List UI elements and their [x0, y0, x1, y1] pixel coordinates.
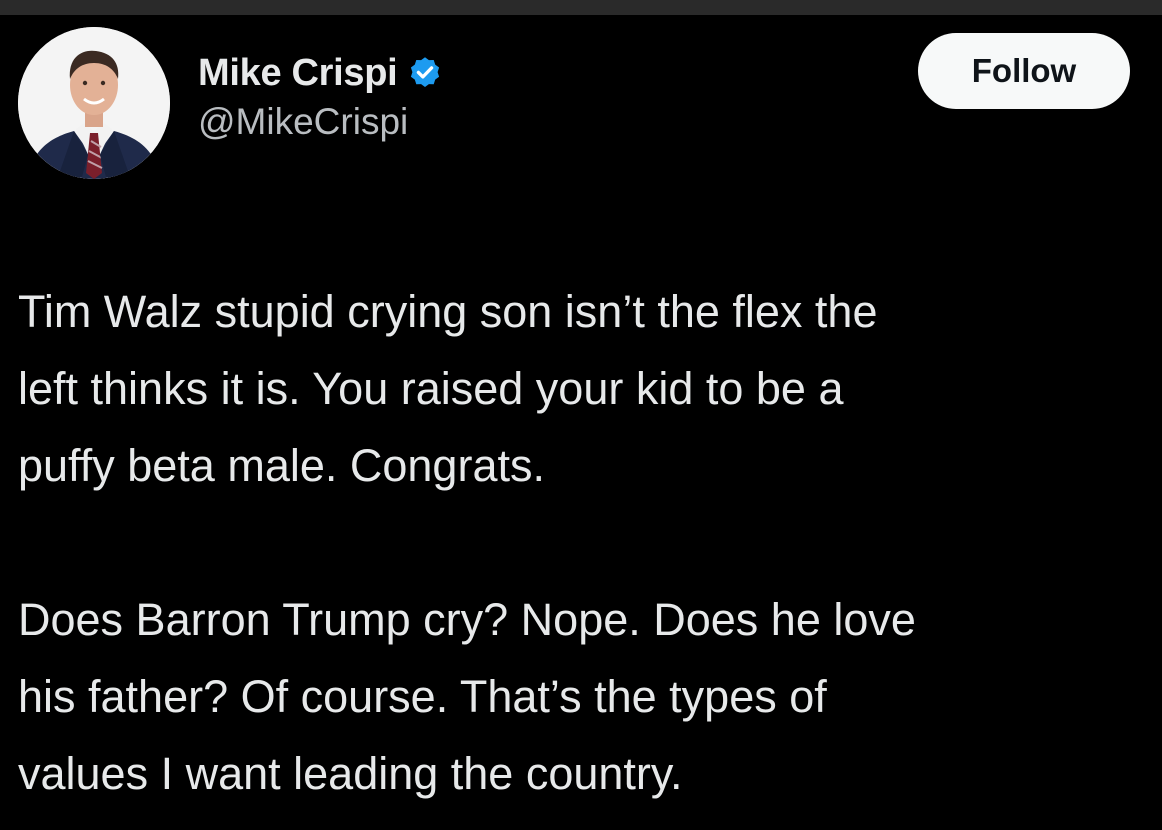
- profile-photo-icon: [18, 27, 170, 179]
- author-display-name[interactable]: Mike Crispi: [198, 52, 398, 95]
- author-identity: Mike Crispi @MikeCrispi: [198, 51, 443, 143]
- tweet-paragraph-2: Does Barron Trump cry? Nope. Does he lov…: [18, 594, 916, 799]
- top-window-strip: [0, 0, 1162, 15]
- tweet-paragraph-1: Tim Walz stupid crying son isn’t the fle…: [18, 286, 878, 491]
- author-name-row: Mike Crispi: [198, 51, 443, 95]
- author-avatar[interactable]: [18, 27, 170, 179]
- tweet-card: Mike Crispi @MikeCrispi Follow Tim Walz …: [0, 15, 1162, 830]
- follow-button[interactable]: Follow: [918, 33, 1130, 109]
- author-handle[interactable]: @MikeCrispi: [198, 101, 443, 143]
- tweet-text: Tim Walz stupid crying son isn’t the fle…: [18, 273, 1148, 812]
- verified-badge-icon: [407, 55, 443, 91]
